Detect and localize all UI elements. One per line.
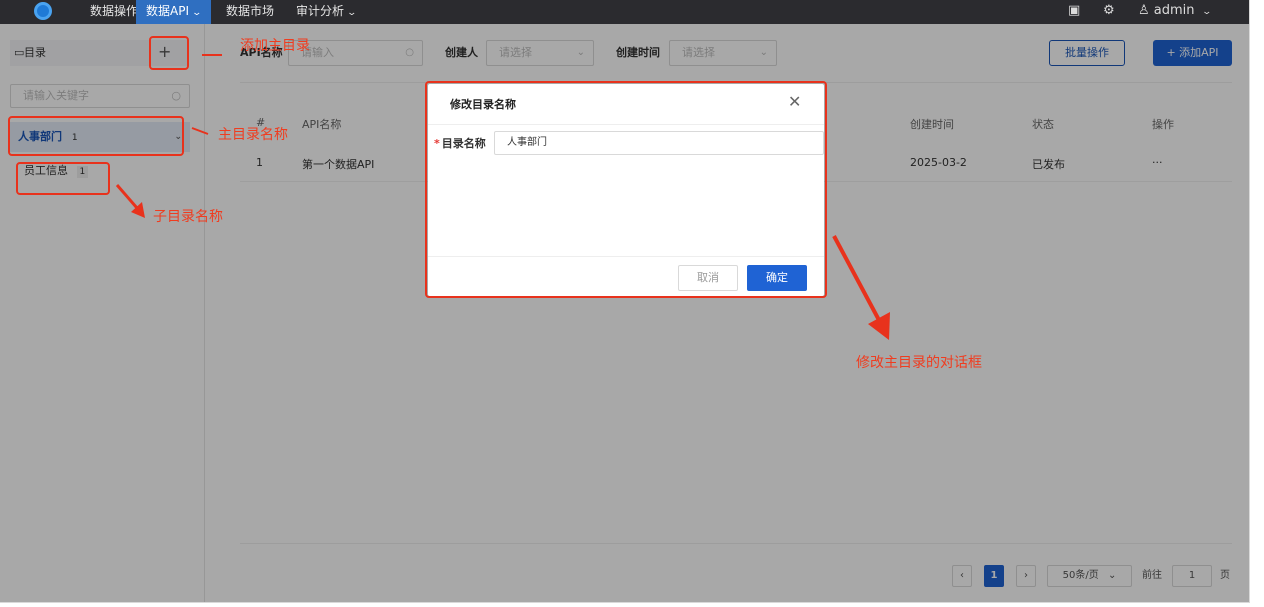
annotation-arrows [115, 54, 890, 340]
annotation-add-main-directory: 添加主目录 [240, 38, 310, 54]
annotation-main-directory-name: 主目录名称 [218, 127, 288, 143]
annotation-arrow-sub [115, 184, 139, 209]
annotation-arrow-dialog [832, 235, 882, 323]
annotation-arrow-main [191, 127, 209, 135]
annotation-sub-directory-name: 子目录名称 [153, 209, 223, 225]
annotation-edit-dialog: 修改主目录的对话框 [856, 355, 982, 371]
app-window: 数据操作 数据API ⌄ 数据市场 审计分析 ⌄ ▣ ⚙ ♙ admin ⌄ ▭ 目… [0, 0, 1250, 603]
